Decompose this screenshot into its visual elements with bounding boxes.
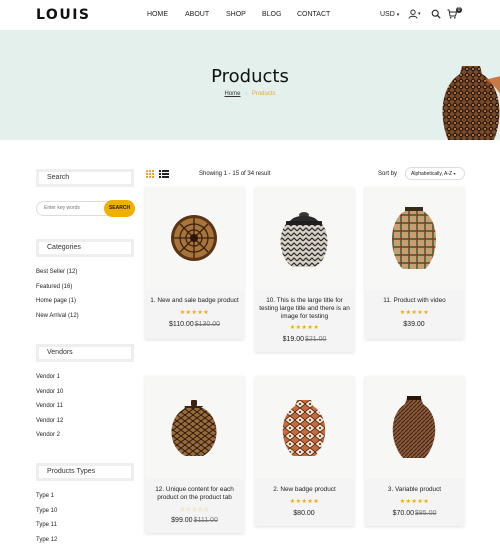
- chevron-down-icon: ▾: [453, 171, 456, 176]
- site-header: LOUIS HOME ABOUT SHOP BLOG CONTACT USD ▾…: [0, 0, 500, 30]
- cart-count-badge: 0: [456, 7, 462, 13]
- chevron-down-icon: ▾: [418, 11, 421, 17]
- chevron-down-icon: ▾: [396, 12, 400, 18]
- product-card[interactable]: 3. Variable product ★★★★★ $70.00$85.00: [365, 376, 464, 526]
- vendor-link[interactable]: Vendor 1: [36, 374, 60, 380]
- product-title[interactable]: 2. New badge product: [259, 486, 350, 494]
- nav-about[interactable]: ABOUT: [185, 11, 209, 18]
- search-icon[interactable]: [431, 9, 441, 19]
- price-current: $80.00: [293, 510, 315, 517]
- vendors-title: Vendors: [47, 349, 73, 356]
- hero-vase-image: [442, 66, 500, 140]
- sort-label: Sort by: [378, 171, 398, 177]
- list-view-icon[interactable]: [159, 170, 169, 178]
- product-price: $19.00$21.00: [255, 336, 354, 343]
- currency-selector[interactable]: USD ▾: [380, 11, 399, 18]
- page-hero: Products Home › Products: [0, 30, 500, 140]
- product-price: $70.00$85.00: [365, 510, 464, 517]
- price-current: $99.00: [171, 517, 193, 524]
- product-price: $110.00$130.00: [145, 321, 244, 328]
- page-title: Products: [211, 66, 289, 87]
- product-title[interactable]: 10. This is the large title for testing …: [259, 297, 350, 321]
- price-old: $85.00: [415, 510, 437, 517]
- product-price: $80.00: [255, 510, 354, 517]
- breadcrumb-current: Products: [251, 91, 276, 97]
- product-card[interactable]: 12. Unique content for each product on t…: [145, 376, 244, 533]
- product-title[interactable]: 1. New and sale badge product: [149, 297, 240, 305]
- breadcrumb-home-link[interactable]: Home: [224, 91, 240, 97]
- type-link[interactable]: Type 1: [36, 493, 54, 499]
- category-link[interactable]: Home page (1): [36, 298, 76, 304]
- product-image[interactable]: [145, 376, 244, 479]
- product-image[interactable]: [365, 187, 464, 290]
- breadcrumb-separator: ›: [245, 91, 248, 97]
- rating-stars: ★★★★★: [399, 310, 430, 316]
- currency-label: USD: [380, 11, 395, 18]
- price-current: $70.00: [392, 510, 414, 517]
- type-link[interactable]: Type 12: [36, 537, 57, 543]
- product-card[interactable]: 11. Product with video ★★★★★ $39.00: [365, 187, 464, 339]
- vendor-link[interactable]: Vendor 2: [36, 432, 60, 438]
- grid-view-icon[interactable]: [146, 170, 154, 178]
- types-widget-title: Products Types: [36, 463, 134, 481]
- rating-stars: ☆☆☆☆☆: [179, 507, 210, 513]
- result-count: Showing 1 - 15 of 34 result: [199, 171, 271, 177]
- rating-stars: ★★★★★: [289, 499, 320, 505]
- product-title[interactable]: 3. Variable product: [369, 486, 460, 494]
- vendor-link[interactable]: Vendor 10: [36, 389, 63, 395]
- search-input[interactable]: [44, 205, 104, 211]
- product-image[interactable]: [145, 187, 244, 290]
- product-card[interactable]: 2. New badge product ★★★★★ $80.00: [255, 376, 354, 526]
- price-current: $39.00: [403, 321, 425, 328]
- category-link[interactable]: Best Seller (12): [36, 269, 77, 275]
- user-icon[interactable]: [408, 9, 418, 19]
- price-old: $111.00: [193, 517, 218, 524]
- price-old: $21.00: [305, 336, 327, 343]
- search-widget-title: Search: [36, 169, 134, 187]
- product-image[interactable]: [255, 376, 354, 479]
- sort-value: Alphabetically, A-Z: [411, 171, 453, 177]
- price-old: $130.00: [194, 321, 221, 328]
- category-link[interactable]: Featured (16): [36, 284, 72, 290]
- nav-shop[interactable]: SHOP: [226, 11, 246, 18]
- breadcrumb: Home › Products: [0, 91, 500, 97]
- search-title: Search: [47, 174, 70, 181]
- types-title: Products Types: [47, 468, 96, 475]
- vendor-link[interactable]: Vendor 11: [36, 403, 63, 409]
- rating-stars: ★★★★★: [399, 499, 430, 505]
- category-link[interactable]: New Arrival (12): [36, 313, 79, 319]
- rating-stars: ★★★★★: [179, 310, 210, 316]
- product-card[interactable]: 10. This is the large title for testing …: [255, 187, 354, 352]
- product-price: $99.00$111.00: [145, 517, 244, 524]
- rating-stars: ★★★★★: [289, 325, 320, 331]
- search-button[interactable]: SEARCH: [104, 200, 135, 217]
- nav-contact[interactable]: CONTACT: [297, 11, 330, 18]
- type-link[interactable]: Type 10: [36, 508, 57, 514]
- nav-home[interactable]: HOME: [147, 11, 168, 18]
- product-image[interactable]: [255, 187, 354, 290]
- price-current: $19.00: [282, 336, 304, 343]
- site-logo[interactable]: LOUIS: [36, 7, 90, 23]
- categories-widget-title: Categories: [36, 239, 134, 257]
- type-link[interactable]: Type 11: [36, 522, 57, 528]
- product-price: $39.00: [365, 321, 464, 328]
- vendors-widget-title: Vendors: [36, 344, 134, 362]
- product-title[interactable]: 11. Product with video: [369, 297, 460, 305]
- categories-title: Categories: [47, 244, 81, 251]
- product-title[interactable]: 12. Unique content for each product on t…: [149, 486, 240, 502]
- vendor-link[interactable]: Vendor 12: [36, 418, 63, 424]
- product-card[interactable]: 1. New and sale badge product ★★★★★ $110…: [145, 187, 244, 339]
- nav-blog[interactable]: BLOG: [262, 11, 281, 18]
- price-current: $110.00: [168, 321, 194, 328]
- sort-select[interactable]: Alphabetically, A-Z ▾: [405, 167, 465, 180]
- product-image[interactable]: [365, 376, 464, 479]
